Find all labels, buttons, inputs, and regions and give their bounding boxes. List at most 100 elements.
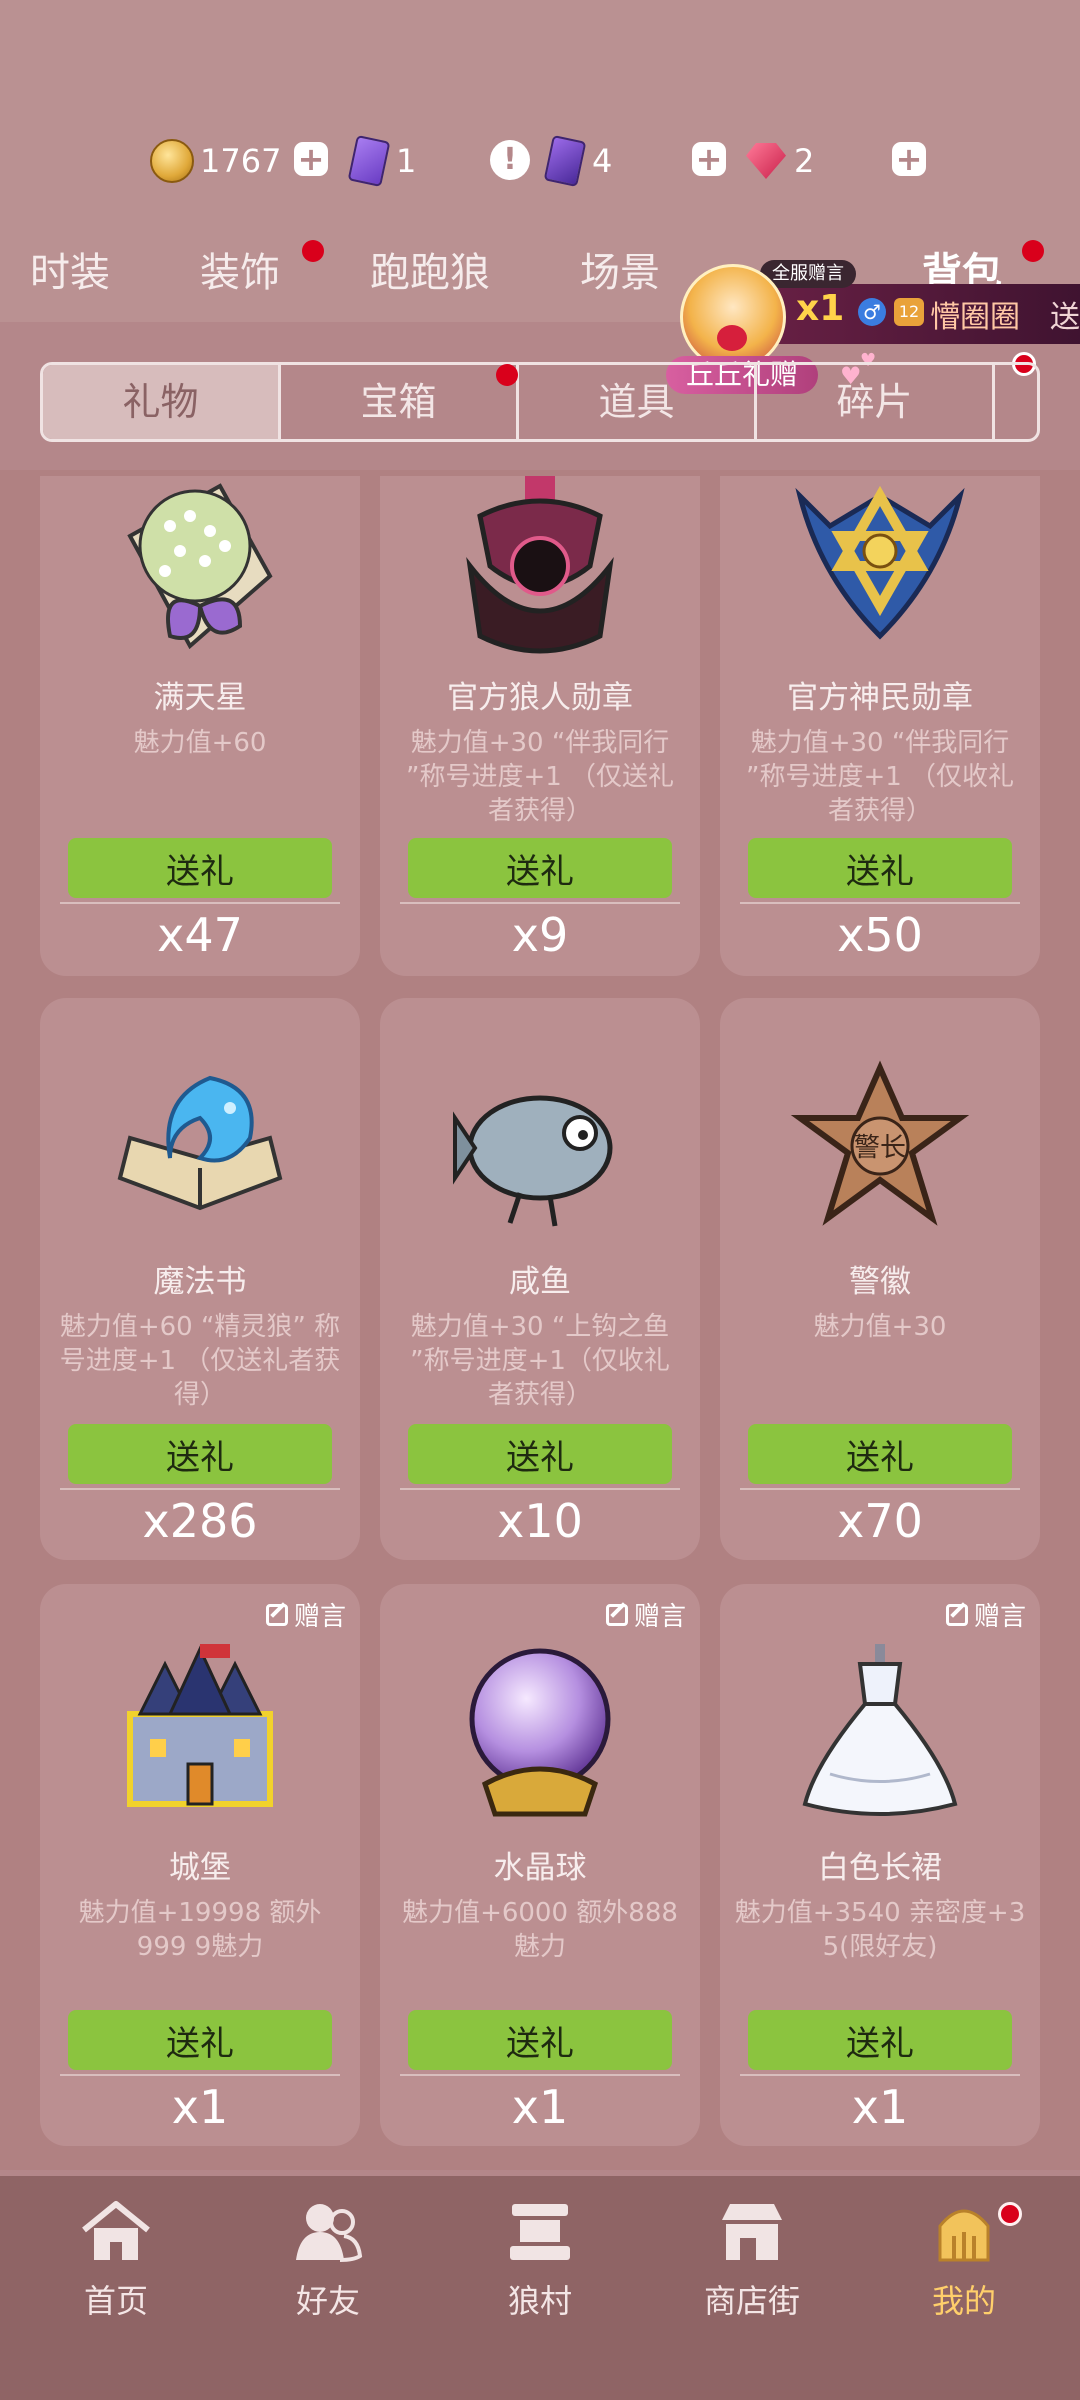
- tab-scene[interactable]: 场景: [580, 240, 660, 298]
- gift-description: 魅力值+60 “精灵狼” 称号进度+1 （仅送礼者获得）: [59, 1312, 341, 1410]
- banner-send-text: 送: [1050, 300, 1080, 335]
- send-gift-button[interactable]: 送礼: [68, 2010, 332, 2070]
- gift-card: 警长 警徽 魅力值+30 送礼 x70: [720, 998, 1040, 1560]
- gift-name: 水晶球: [493, 1850, 587, 1886]
- send-gift-button[interactable]: 送礼: [68, 838, 332, 898]
- edit-icon: [265, 1603, 288, 1626]
- nav-wolf-village[interactable]: 狼村: [470, 2198, 610, 2322]
- purple-card-icon: [347, 134, 391, 188]
- home-icon: [82, 2201, 150, 2260]
- gem-icon: [746, 143, 786, 179]
- tab-running-wolf[interactable]: 跑跑狼: [370, 240, 490, 298]
- white-dress-icon: [802, 1644, 958, 1816]
- divider: [400, 2074, 680, 2076]
- nav-label: 好友: [295, 2282, 360, 2320]
- gift-description: 魅力值+60: [133, 728, 267, 758]
- send-gift-button[interactable]: 送礼: [748, 1424, 1012, 1484]
- police-badge-icon: 警长: [790, 1060, 970, 1226]
- divider: [740, 2074, 1020, 2076]
- gift-description: 魅力值+30 “伴我同行 ”称号进度+1 （仅送礼者获得）: [405, 728, 675, 826]
- gift-count: x1: [511, 2080, 569, 2134]
- villager-medal-icon: [795, 485, 965, 640]
- nav-label: 首页: [83, 2282, 148, 2320]
- exclamation-icon[interactable]: !: [490, 140, 530, 180]
- gem-amount: 2: [794, 142, 815, 180]
- notification-dot: [302, 240, 324, 262]
- message-label: 赠言: [633, 1602, 686, 1632]
- message-button[interactable]: 赠言: [945, 1596, 1026, 1633]
- subtab-fragments[interactable]: 碎片: [757, 365, 995, 439]
- coin-icon: [150, 139, 194, 183]
- send-gift-button[interactable]: 送礼: [68, 1424, 332, 1484]
- gift-count: x1: [851, 2080, 909, 2134]
- subtab-overflow: [995, 365, 1035, 439]
- gift-count: x1: [171, 2080, 229, 2134]
- nav-label: 商店街: [703, 2282, 800, 2320]
- send-gift-button[interactable]: 送礼: [408, 838, 672, 898]
- gift-count: x286: [142, 1494, 258, 1548]
- subtab-chests[interactable]: 宝箱: [281, 365, 519, 439]
- gift-description: 魅力值+19998 额外999 9魅力: [78, 1898, 322, 1962]
- divider: [60, 2074, 340, 2076]
- nav-friends[interactable]: 好友: [258, 2198, 398, 2322]
- nav-shop-street[interactable]: 商店街: [682, 2198, 822, 2322]
- send-gift-button[interactable]: 送礼: [748, 838, 1012, 898]
- gift-count: x47: [157, 908, 243, 962]
- gift-count: x70: [837, 1494, 923, 1548]
- send-gift-button[interactable]: 送礼: [408, 2010, 672, 2070]
- coin-balance: 1767: [150, 136, 281, 186]
- gift-description: 魅力值+30 “上钩之鱼 ”称号进度+1（仅收礼 者获得）: [410, 1312, 670, 1410]
- coin-amount: 1767: [200, 142, 282, 180]
- gift-name: 咸鱼: [509, 1264, 571, 1300]
- subtab-gifts[interactable]: 礼物: [43, 365, 281, 439]
- divider: [400, 1488, 680, 1490]
- message-label: 赠言: [293, 1602, 346, 1632]
- subtab-items[interactable]: 道具: [519, 365, 757, 439]
- gift-card: 赠言 城堡 魅力值+19998 额外999 9魅力 送礼 x1: [40, 1584, 360, 2146]
- sender-avatar: [680, 264, 786, 370]
- divider: [400, 902, 680, 904]
- divider: [740, 902, 1020, 904]
- gift-card: 魔法书 魅力值+60 “精灵狼” 称号进度+1 （仅送礼者获得） 送礼 x286: [40, 998, 360, 1560]
- salted-fish-icon: [453, 1095, 613, 1227]
- gift-card: 赠言 白色长裙 魅力值+3540 亲密度+3 5(限好友) 送礼 x1: [720, 1584, 1040, 2146]
- crystal-ball-icon: [469, 1648, 611, 1817]
- nav-home[interactable]: 首页: [46, 2198, 186, 2322]
- add-coins-button[interactable]: +: [294, 142, 328, 176]
- village-icon: [510, 2204, 570, 2260]
- gift-count: x50: [837, 908, 923, 962]
- card-a-amount: 1: [396, 142, 417, 180]
- badge-text: 警长: [854, 1133, 906, 1163]
- add-cards-button[interactable]: +: [692, 142, 726, 176]
- message-button[interactable]: 赠言: [605, 1596, 686, 1633]
- star-card-icon: [543, 134, 587, 188]
- nav-label: 狼村: [507, 2282, 572, 2320]
- currency-row: 1767 + 1 ! 4 + 2 +: [0, 118, 1080, 204]
- tab-fashion[interactable]: 时装: [30, 240, 110, 298]
- send-gift-button[interactable]: 送礼: [408, 1424, 672, 1484]
- magic-book-icon: [117, 1075, 283, 1211]
- gift-card: 官方神民勋章 魅力值+30 “伴我同行 ”称号进度+1 （仅收礼者获得） 送礼 …: [720, 476, 1040, 976]
- gift-description: 魅力值+30 “伴我同行 ”称号进度+1 （仅收礼者获得）: [745, 728, 1015, 826]
- edit-icon: [945, 1603, 968, 1626]
- gift-name: 官方神民勋章: [787, 680, 973, 716]
- gift-description: 魅力值+3540 亲密度+3 5(限好友): [734, 1898, 1026, 1962]
- gift-card: 赠言 水晶球 魅力值+6000 额外888 魅力 送礼 x1: [380, 1584, 700, 2146]
- baby-breath-bouquet-icon: [127, 483, 273, 650]
- level-badge: 12: [894, 298, 924, 326]
- werewolf-medal-icon: [466, 476, 614, 654]
- nav-label: 我的: [931, 2282, 996, 2320]
- gift-name: 白色长裙: [818, 1850, 942, 1886]
- gift-name: 官方狼人勋章: [447, 680, 633, 716]
- gift-card: 咸鱼 魅力值+30 “上钩之鱼 ”称号进度+1（仅收礼 者获得） 送礼 x10: [380, 998, 700, 1560]
- send-gift-button[interactable]: 送礼: [748, 2010, 1012, 2070]
- add-gems-button[interactable]: +: [892, 142, 926, 176]
- gift-description: 魅力值+30: [813, 1312, 947, 1342]
- gift-description: 魅力值+6000 额外888 魅力: [402, 1898, 678, 1962]
- shop-icon: [722, 2204, 782, 2260]
- card-b-amount: 4: [592, 142, 613, 180]
- message-button[interactable]: 赠言: [265, 1596, 346, 1633]
- gift-name: 魔法书: [153, 1264, 247, 1300]
- tab-decoration[interactable]: 装饰: [200, 240, 280, 298]
- message-label: 赠言: [973, 1602, 1026, 1632]
